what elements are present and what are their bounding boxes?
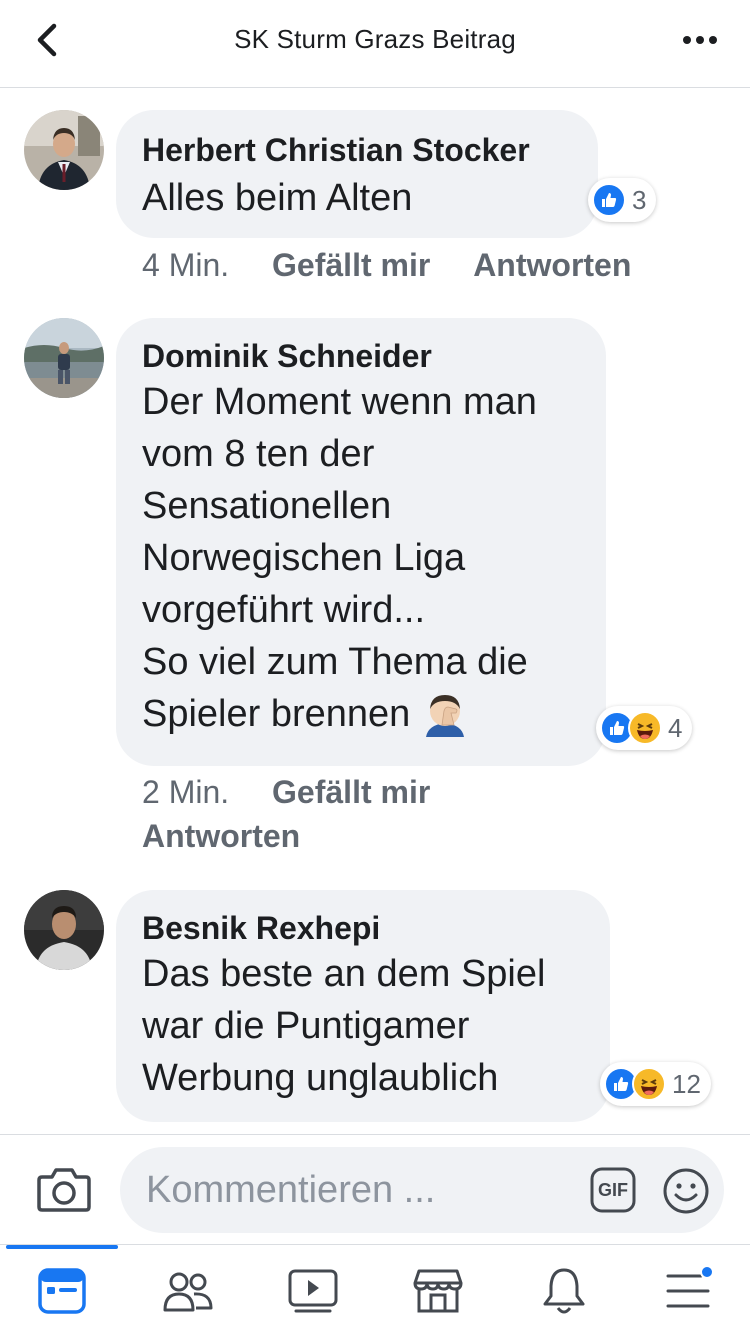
tab-notifications[interactable] xyxy=(534,1263,594,1319)
haha-reaction-icon xyxy=(628,711,662,745)
reaction-count: 3 xyxy=(632,184,647,215)
like-button[interactable]: Gefällt mir xyxy=(272,770,430,814)
comment-text: Alles beim Alten xyxy=(142,177,413,219)
camera-button[interactable] xyxy=(36,1165,92,1215)
comment-text-fragment: Spieler brennen xyxy=(142,693,411,735)
avatar[interactable] xyxy=(24,890,104,970)
friends-icon xyxy=(163,1272,213,1312)
tab-menu[interactable] xyxy=(658,1263,718,1319)
like-button[interactable]: Gefällt mir xyxy=(272,243,430,287)
reaction-summary[interactable]: 12 xyxy=(600,1062,711,1106)
comment-timestamp: 4 Min. xyxy=(142,247,230,283)
marketplace-icon xyxy=(413,1269,463,1313)
comment-text-line: Norwegischen Liga xyxy=(142,537,466,579)
comment-text-line: Werbung unglaublich xyxy=(142,1057,499,1099)
avatar[interactable] xyxy=(24,318,104,398)
comment-text-line: Der Moment wenn man xyxy=(142,381,537,423)
reaction-count: 4 xyxy=(668,712,683,743)
more-options-button[interactable] xyxy=(678,22,722,58)
reaction-summary[interactable]: 4 xyxy=(596,706,693,750)
comment-timestamp: 2 Min. xyxy=(142,774,230,810)
notification-dot xyxy=(700,1265,714,1279)
comment-text-line: vom 8 ten der xyxy=(142,433,375,475)
avatar[interactable] xyxy=(24,110,104,190)
comment-bubble[interactable]: Dominik Schneider Der Moment wenn man vo… xyxy=(116,318,606,766)
comment-text-line: war die Puntigamer xyxy=(142,1005,470,1047)
reply-button[interactable]: Antworten xyxy=(142,814,300,858)
comment-bubble[interactable]: Herbert Christian Stocker Alles beim Alt… xyxy=(116,110,598,238)
news-feed-icon xyxy=(38,1268,86,1314)
comment-author[interactable]: Herbert Christian Stocker xyxy=(142,130,572,170)
comment-author[interactable]: Besnik Rexhepi xyxy=(142,908,584,948)
haha-reaction-icon xyxy=(632,1067,666,1101)
camera-icon xyxy=(37,1168,91,1212)
comment-text-line: Das beste an dem Spiel xyxy=(142,953,546,995)
gif-label: GIF xyxy=(598,1180,628,1200)
more-horizontal-icon xyxy=(683,36,717,44)
watch-icon xyxy=(288,1269,338,1313)
tab-news-feed[interactable] xyxy=(32,1263,92,1319)
gif-button[interactable]: GIF xyxy=(590,1167,636,1213)
comment-bubble[interactable]: Besnik Rexhepi Das beste an dem Spiel wa… xyxy=(116,890,610,1122)
comment-text-line: vorgeführt wird... xyxy=(142,589,425,631)
page-title: SK Sturm Grazs Beitrag xyxy=(234,24,516,54)
active-tab-indicator xyxy=(6,1245,118,1249)
reaction-count: 12 xyxy=(672,1068,701,1099)
comment-list[interactable]: Herbert Christian Stocker Alles beim Alt… xyxy=(0,88,750,1134)
comment-author[interactable]: Dominik Schneider xyxy=(142,336,580,376)
comment-text-line: Spieler brennen xyxy=(142,688,580,740)
tab-watch[interactable] xyxy=(283,1263,343,1319)
comment-meta: 2 Min. Gefällt mir Antworten xyxy=(142,770,562,858)
emoji-button[interactable] xyxy=(662,1167,710,1215)
bell-icon xyxy=(543,1268,585,1314)
facepalm-emoji-icon xyxy=(420,689,470,739)
comment-text-line: So viel zum Thema die xyxy=(142,641,528,683)
reaction-summary[interactable]: 3 xyxy=(588,178,657,222)
comment-meta: 4 Min. Gefällt mir Antworten xyxy=(142,243,631,287)
like-reaction-icon xyxy=(592,183,626,217)
comment-text-line: Sensationellen xyxy=(142,485,392,527)
top-bar: SK Sturm Grazs Beitrag xyxy=(0,0,750,88)
tab-friends[interactable] xyxy=(158,1263,218,1319)
bottom-tab-bar xyxy=(0,1244,750,1334)
tab-marketplace[interactable] xyxy=(408,1263,468,1319)
comment-composer: GIF xyxy=(0,1134,750,1244)
smiley-icon xyxy=(663,1168,709,1214)
reply-button[interactable]: Antworten xyxy=(473,243,631,287)
